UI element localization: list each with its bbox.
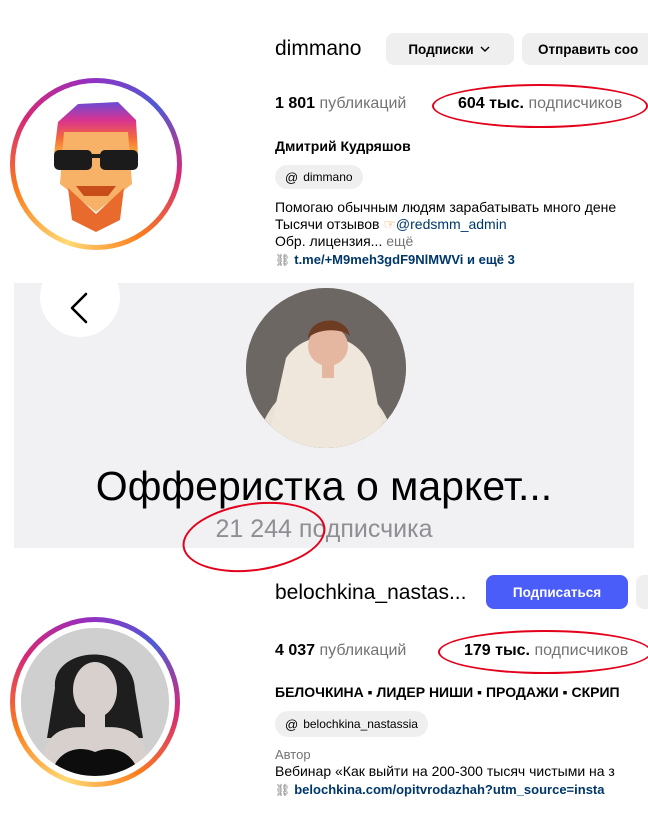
bio-line-3: Обр. лицензия... ещё	[275, 233, 413, 250]
username-2[interactable]: belochkina_nastas...	[275, 581, 466, 605]
full-name: Дмитрий Кудряшов	[275, 138, 411, 154]
mention-link[interactable]: @redsmm_admin	[396, 216, 507, 232]
channel-header: Офферистка о маркет... 21 244 подписчика	[14, 257, 634, 581]
chevron-left-icon	[70, 292, 88, 324]
followers-count: 604 тыс.	[458, 95, 524, 112]
external-link-2[interactable]: ⛓ belochkina.com/opitvrodazhah?utm_source…	[275, 781, 648, 799]
bio-line-2: Тысячи отзывов ☞@redsmm_admin	[275, 216, 507, 233]
send-message-button[interactable]: Отправить соо	[522, 33, 648, 65]
avatar	[54, 102, 138, 232]
avatar-ring-2[interactable]	[10, 617, 180, 787]
followers-count-2: 179 тыс.	[464, 642, 530, 659]
link-icon: ⛓	[275, 253, 291, 267]
followers-label: подписчиков	[528, 95, 623, 112]
avatar-2	[21, 628, 169, 776]
channel-title: Офферистка о маркет...	[95, 463, 553, 509]
posts-count-2: 4 037	[275, 642, 316, 659]
stats-row-2: 4 037 публикаций	[275, 642, 406, 660]
pointing-hand-icon: ☞	[383, 216, 396, 232]
category-label: Автор	[275, 747, 311, 762]
threads-handle: dimmano	[303, 170, 353, 184]
following-label: Подписки	[408, 41, 474, 57]
follow-label: Подписаться	[512, 584, 602, 600]
threads-badge[interactable]: @ dimmano	[275, 165, 363, 189]
threads-badge-2[interactable]: @ belochkina_nastassia	[275, 711, 428, 737]
external-link-text-2: belochkina.com/opitvrodazhah?utm_source=…	[294, 782, 605, 797]
link-icon-2: ⛓	[275, 783, 291, 797]
followers-stat[interactable]: 604 тыс. подписчиков	[458, 95, 622, 113]
followers-label-2: подписчиков	[534, 642, 629, 659]
threads-icon-2: @	[285, 716, 299, 732]
profile-1: dimmano Подписки Отправить соо 1 801 пуб…	[0, 0, 648, 282]
send-message-label: Отправить соо	[538, 41, 639, 57]
back-button[interactable]	[40, 257, 120, 337]
channel-subscribers: 21 244 подписчика	[215, 515, 433, 543]
threads-handle-2: belochkina_nastassia	[303, 717, 418, 731]
chevron-down-icon	[480, 46, 490, 52]
username[interactable]: dimmano	[275, 37, 361, 61]
message-button-2[interactable]	[636, 575, 648, 609]
full-name-2: БЕЛОЧКИНА ▪ ЛИДЕР НИШИ ▪ ПРОДАЖИ ▪ СКРИП	[275, 684, 620, 700]
stats-row: 1 801 публикаций	[275, 95, 406, 113]
external-link[interactable]: ⛓ t.me/+M9meh3gdF9NlMWVi и ещё 3	[275, 251, 515, 269]
bio-line-1-2: Вебинар «Как выйти на 200-300 тысяч чист…	[275, 763, 615, 779]
external-link-text: t.me/+M9meh3gdF9NlMWVi и ещё 3	[294, 252, 515, 267]
more-link[interactable]: ещё	[386, 233, 413, 249]
bio-line-3-text: Обр. лицензия...	[275, 233, 383, 249]
posts-label: публикаций	[319, 95, 407, 112]
bio-line-2-text: Тысячи отзывов	[275, 216, 380, 232]
profile-2: belochkina_nastas... Подписаться 4 037 п…	[0, 555, 648, 832]
follow-button[interactable]: Подписаться	[486, 575, 628, 609]
posts-label-2: публикаций	[319, 642, 407, 659]
threads-icon: @	[285, 169, 299, 185]
bio-line-1: Помогаю обычным людям зарабатывать много…	[275, 199, 617, 215]
following-button[interactable]: Подписки	[386, 33, 514, 65]
followers-stat-2[interactable]: 179 тыс. подписчиков	[464, 642, 628, 660]
avatar-ring[interactable]	[10, 78, 182, 250]
posts-count: 1 801	[275, 95, 316, 112]
channel-avatar[interactable]	[246, 288, 406, 448]
